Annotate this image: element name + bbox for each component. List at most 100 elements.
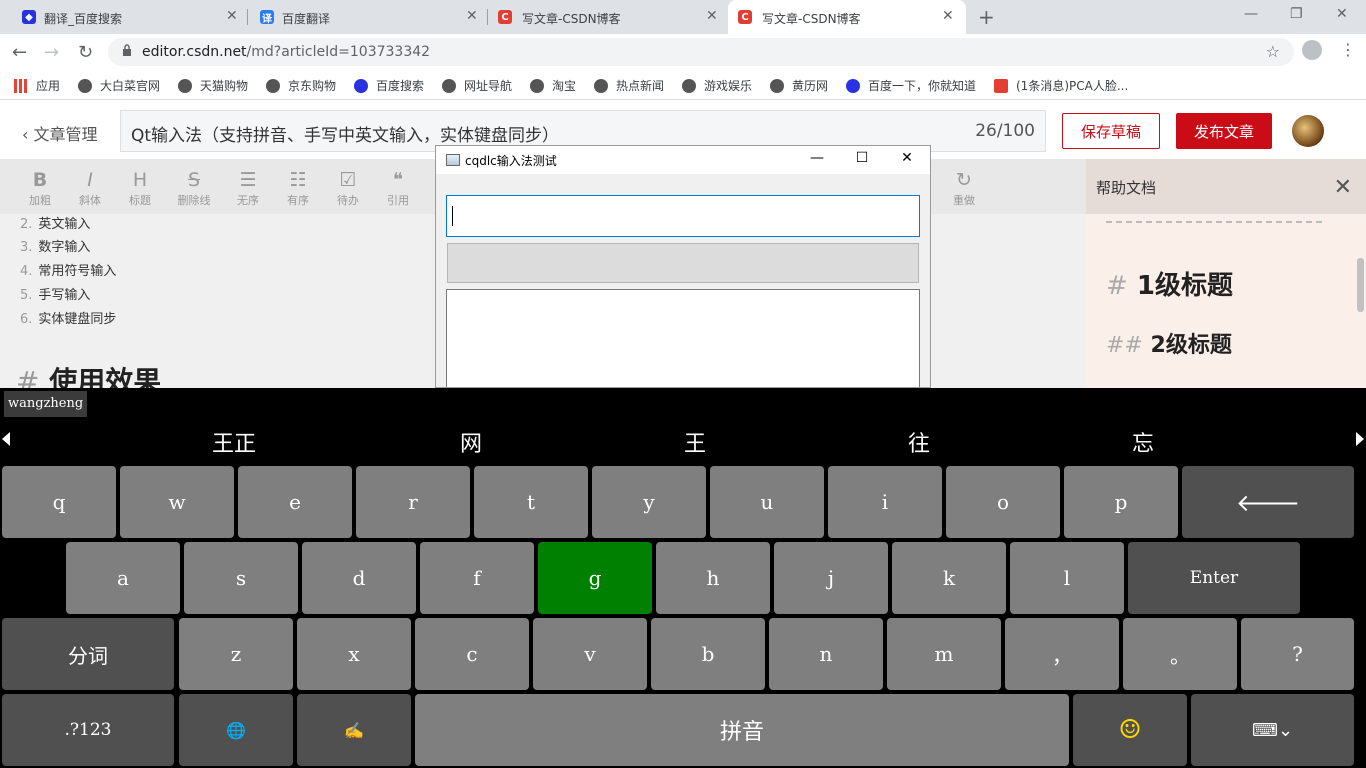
heading-button[interactable]: H 标题 [120,169,160,208]
key-x[interactable]: x [297,618,411,690]
key-q[interactable]: q [2,466,116,538]
scrollbar-thumb[interactable] [1357,258,1364,312]
emoji-key[interactable]: ☺ [1073,694,1187,766]
key-c[interactable]: c [415,618,529,690]
key-f[interactable]: f [420,542,534,614]
candidate-word[interactable]: 王正 [212,426,256,458]
restore-icon[interactable]: ❐ [1290,6,1303,22]
unordered-list-button[interactable]: ☰ 无序 [228,169,268,208]
bookmark-star-icon[interactable]: ☆ [1266,42,1280,61]
key-o[interactable]: o [946,466,1060,538]
key-e[interactable]: e [238,466,352,538]
bookmark-item[interactable]: 百度一下，你就知道 [846,77,976,94]
publish-button[interactable]: 发布文章 [1176,113,1272,149]
todo-list-button[interactable]: ☑ 待办 [328,169,368,208]
browser-tab-active[interactable]: C 写文章-CSDN博客 ✕ [728,0,966,34]
close-tab-icon[interactable]: ✕ [226,8,238,24]
key-g[interactable]: g [538,542,652,614]
key-l[interactable]: l [1010,542,1124,614]
number-mode-key[interactable]: .?123 [2,694,174,766]
ordered-list-button[interactable]: ☷ 有序 [278,169,318,208]
candidate-word[interactable]: 王 [684,426,706,458]
text-input[interactable] [446,195,920,237]
key-z[interactable]: z [179,618,293,690]
enter-key[interactable]: Enter [1128,542,1300,614]
dialog-titlebar: cqdlc输入法测试 — ☐ ✕ [436,146,930,174]
key-u[interactable]: u [710,466,824,538]
key-n[interactable]: n [769,618,883,690]
key-question[interactable]: ? [1241,618,1354,690]
redo-button[interactable]: ↻ 重做 [944,169,984,208]
italic-button[interactable]: I 斜体 [70,169,110,208]
back-arrow-icon[interactable]: ← [12,42,27,63]
space-key[interactable]: 拼音 [415,694,1069,766]
key-comma[interactable]: ， [1005,618,1119,690]
bookmark-item[interactable]: 百度搜索 [354,77,424,94]
candidate-word[interactable]: 网 [460,426,482,458]
close-window-icon[interactable]: ✕ [1336,6,1348,22]
bookmark-item[interactable]: (1条消息)PCA人脸... [994,77,1128,94]
browser-tab[interactable]: ◆ 翻译_百度搜索 ✕ [0,0,248,34]
key-k[interactable]: k [892,542,1006,614]
bookmark-item[interactable]: 黄历网 [770,77,828,94]
key-m[interactable]: m [887,618,1001,690]
close-tab-icon[interactable]: ✕ [466,8,478,24]
backspace-key[interactable]: 🡐 [1182,466,1354,538]
close-tab-icon[interactable]: ✕ [706,8,718,24]
browser-tab[interactable]: 译 百度翻译 ✕ [248,0,488,34]
new-tab-icon[interactable]: + [978,5,995,29]
key-v[interactable]: v [533,618,647,690]
readonly-input[interactable] [447,243,919,283]
key-i[interactable]: i [828,466,942,538]
candidates-next-icon[interactable] [1356,432,1364,446]
key-a[interactable]: a [66,542,180,614]
key-s[interactable]: s [184,542,298,614]
handwriting-key[interactable]: ✍ [297,694,411,766]
avatar[interactable] [1292,115,1324,147]
forward-arrow-icon[interactable]: → [44,42,59,63]
minimize-icon[interactable]: — [802,150,832,166]
language-key[interactable]: 🌐 [179,694,293,766]
hide-keyboard-key[interactable]: ⌨⌄ [1191,694,1354,766]
bold-button[interactable]: B 加粗 [20,169,60,208]
bookmark-item[interactable]: 天猫购物 [178,77,248,94]
translate-icon: 译 [260,10,274,25]
key-r[interactable]: r [356,466,470,538]
key-h[interactable]: h [656,542,770,614]
key-w[interactable]: w [120,466,234,538]
bookmark-item[interactable]: 大白菜官网 [78,77,160,94]
quote-button[interactable]: ❝ 引用 [378,169,418,208]
save-draft-button[interactable]: 保存草稿 [1062,113,1160,149]
maximize-icon[interactable]: ☐ [847,150,877,166]
key-b[interactable]: b [651,618,765,690]
key-period[interactable]: 。 [1123,618,1237,690]
segment-key[interactable]: 分词 [2,618,174,690]
minimize-icon[interactable]: — [1244,6,1258,22]
bookmark-item[interactable]: 网址导航 [442,77,512,94]
key-d[interactable]: d [302,542,416,614]
bookmark-item[interactable]: 游戏娱乐 [682,77,752,94]
close-icon[interactable]: ✕ [1334,175,1352,200]
key-t[interactable]: t [474,466,588,538]
bookmark-apps[interactable]: 应用 [14,77,60,94]
candidate-word[interactable]: 忘 [1132,426,1154,458]
key-j[interactable]: j [774,542,888,614]
text-area[interactable] [446,289,920,387]
candidate-word[interactable]: 往 [908,426,930,458]
close-icon[interactable]: ✕ [892,150,922,166]
key-y[interactable]: y [592,466,706,538]
candidates-prev-icon[interactable] [2,432,10,446]
article-manage-link[interactable]: ‹ 文章管理 [22,121,98,145]
strikethrough-button[interactable]: S 删除线 [174,169,214,208]
key-p[interactable]: p [1064,466,1178,538]
browser-tab[interactable]: C 写文章-CSDN博客 ✕ [488,0,728,34]
bookmark-item[interactable]: 京东购物 [266,77,336,94]
close-tab-icon[interactable]: ✕ [942,8,954,24]
menu-dots-icon[interactable]: ⋮ [1340,40,1356,59]
bookmark-item[interactable]: 淘宝 [530,77,576,94]
dialog-title: cqdlc输入法测试 [465,154,557,168]
url-field[interactable]: editor.csdn.net/md?articleId=103733342 ☆ [108,38,1294,66]
profile-avatar-icon[interactable] [1302,40,1322,60]
reload-icon[interactable]: ↻ [78,42,93,63]
bookmark-item[interactable]: 热点新闻 [594,77,664,94]
